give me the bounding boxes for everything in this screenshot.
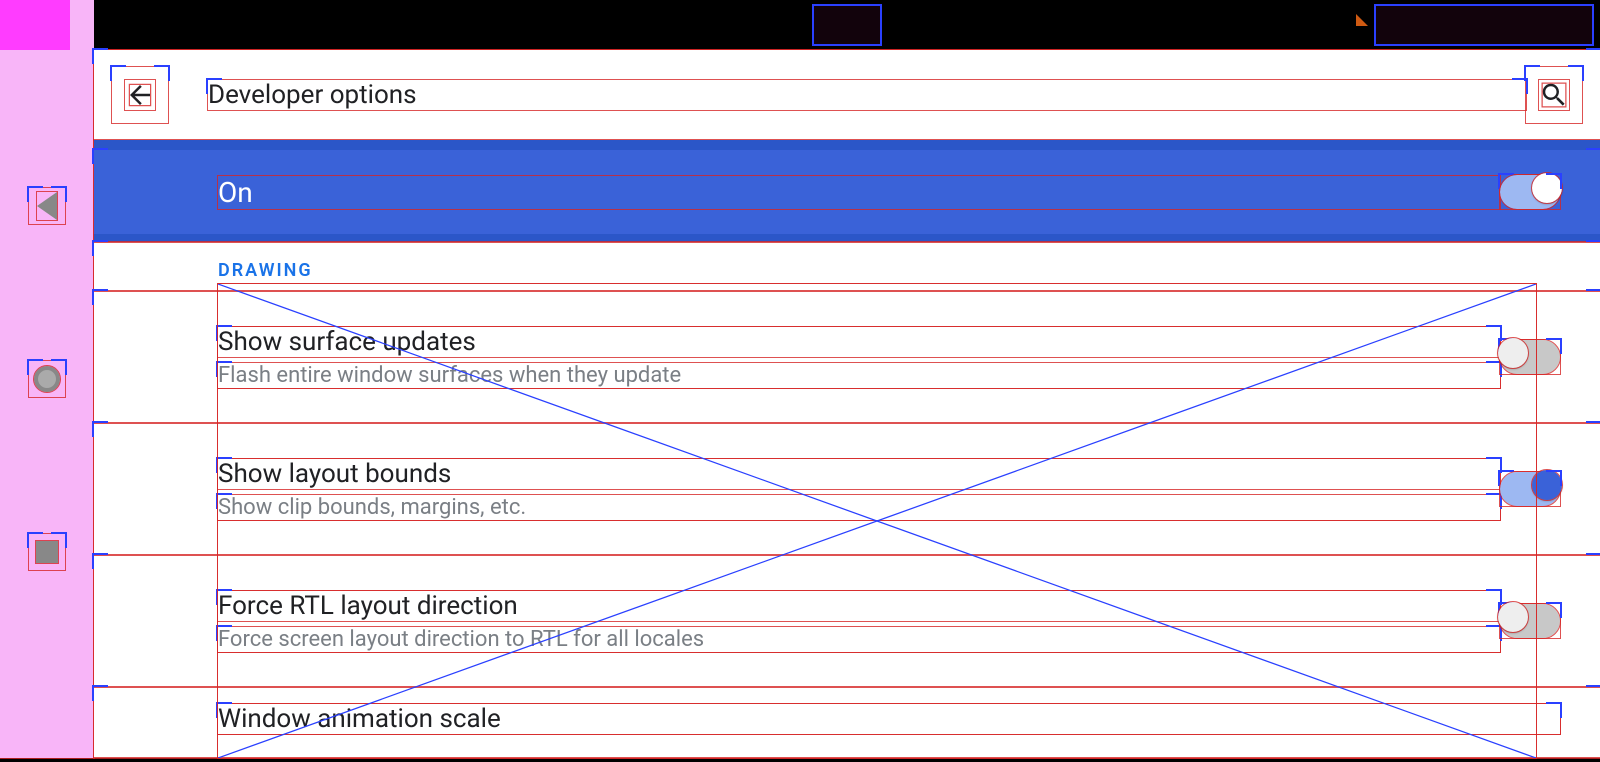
triangle-back-icon bbox=[37, 192, 57, 220]
row-window-animation-scale[interactable]: Window animation scale bbox=[94, 687, 1600, 757]
row-subtitle: Show clip bounds, margins, etc. bbox=[218, 495, 1500, 520]
row-show-surface-updates[interactable]: Show surface updates Flash entire window… bbox=[94, 291, 1600, 423]
search-icon bbox=[1539, 80, 1569, 110]
settings-content: Developer options On DRAWING Show surfac… bbox=[94, 50, 1600, 758]
status-notch-cluster bbox=[812, 4, 882, 46]
row-subtitle: Force screen layout direction to RTL for… bbox=[218, 627, 1500, 652]
row-force-rtl[interactable]: Force RTL layout direction Force screen … bbox=[94, 555, 1600, 687]
app-bar: Developer options bbox=[94, 50, 1600, 140]
nav-back-button[interactable] bbox=[29, 188, 65, 224]
status-bar bbox=[94, 0, 1600, 50]
row-subtitle: Flash entire window surfaces when they u… bbox=[218, 363, 1500, 388]
toggle-show-surface-updates[interactable] bbox=[1500, 340, 1560, 374]
section-header-drawing: DRAWING bbox=[94, 242, 1600, 291]
page-title: Developer options bbox=[208, 80, 1526, 110]
master-toggle-banner[interactable]: On bbox=[94, 140, 1600, 242]
nav-recent-button[interactable] bbox=[29, 534, 65, 570]
square-recent-icon bbox=[36, 541, 58, 563]
circle-home-icon bbox=[34, 366, 60, 392]
row-show-layout-bounds[interactable]: Show layout bounds Show clip bounds, mar… bbox=[94, 423, 1600, 555]
row-title: Force RTL layout direction bbox=[218, 591, 1500, 621]
row-title: Show surface updates bbox=[218, 327, 1500, 357]
status-indicator-icon bbox=[1356, 14, 1368, 26]
back-button[interactable] bbox=[112, 67, 168, 123]
arrow-back-icon bbox=[125, 80, 155, 110]
row-title: Window animation scale bbox=[218, 704, 1560, 734]
nav-home-button[interactable] bbox=[29, 361, 65, 397]
search-button[interactable] bbox=[1526, 67, 1582, 123]
status-right-cluster bbox=[1374, 4, 1594, 46]
android-nav-rail bbox=[0, 0, 94, 758]
master-toggle-switch[interactable] bbox=[1500, 175, 1560, 209]
toggle-force-rtl[interactable] bbox=[1500, 604, 1560, 638]
toggle-show-layout-bounds[interactable] bbox=[1500, 472, 1560, 506]
row-title: Show layout bounds bbox=[218, 459, 1500, 489]
master-toggle-label: On bbox=[218, 176, 1500, 209]
